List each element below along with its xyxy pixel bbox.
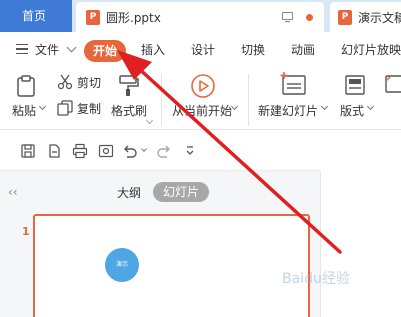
watermark: Baidu经验 [282,271,350,287]
